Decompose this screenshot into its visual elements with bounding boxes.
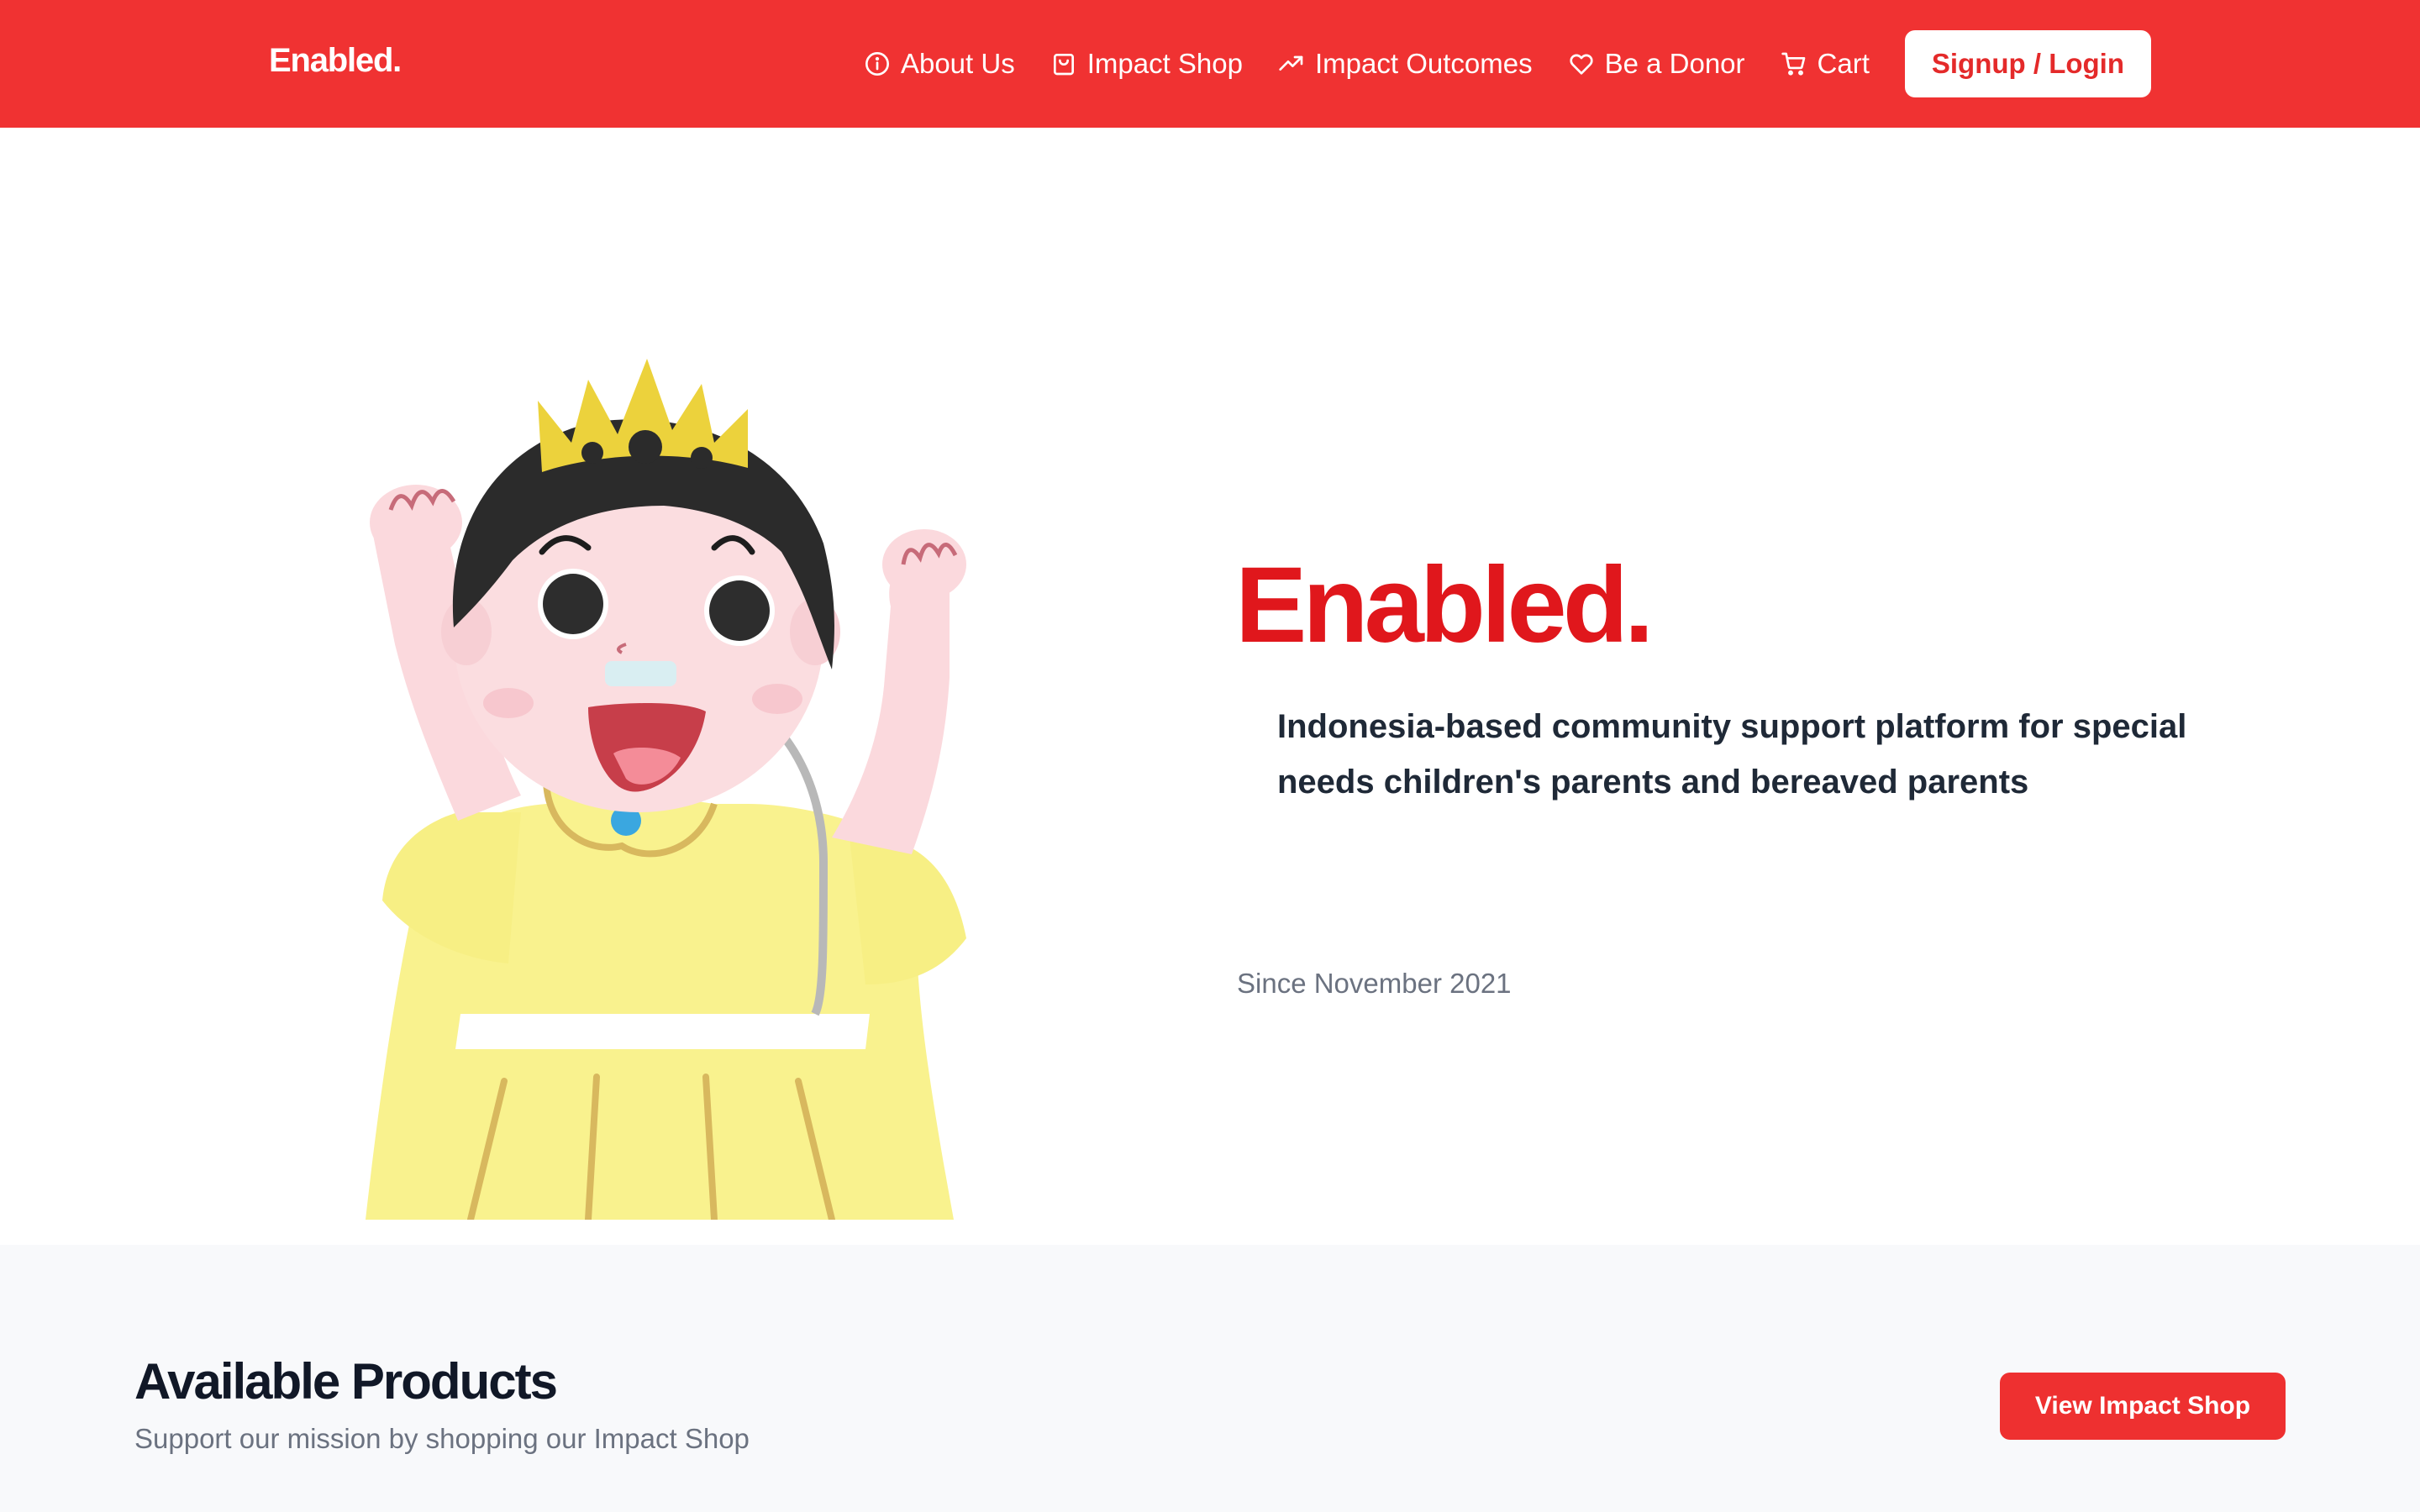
hero-since-text: Since November 2021 [1237,968,1512,999]
products-subtitle: Support our mission by shopping our Impa… [134,1423,750,1454]
nav-item-label: Impact Shop [1086,48,1243,79]
nav-item-label: Cart [1817,48,1870,79]
hero-title: Enabled. [1235,545,1654,665]
hero-description: Indonesia-based community support platfo… [1277,708,2187,801]
nav-item-impact-shop[interactable]: Impact Shop [1050,48,1243,80]
nav-item-label: Be a Donor [1604,48,1745,79]
cart-icon [1781,52,1805,76]
signup-login-button[interactable]: Signup / Login [1904,30,2151,97]
nav-item-be-a-donor[interactable]: Be a Donor [1568,48,1745,80]
hero-section: Enabled. Indonesia-based community suppo… [0,128,2420,1245]
heart-icon [1570,54,1593,75]
info-circle-icon [865,52,889,76]
hero-illustration [366,359,966,1220]
trending-up-icon [1279,55,1303,71]
view-impact-shop-button[interactable]: View Impact Shop [2000,1373,2286,1440]
top-navbar: Enabled. About Us Impact Shop Impact Out… [0,0,2420,128]
nav-item-about-us[interactable]: About Us [864,48,1015,80]
nav-item-cart[interactable]: Cart [1781,48,1870,80]
nav-links: About Us Impact Shop Impact Outcomes Be … [864,30,2151,97]
shopping-bag-icon [1053,53,1074,76]
nav-item-label: Impact Outcomes [1315,48,1533,79]
nav-item-label: About Us [900,48,1015,79]
nav-item-impact-outcomes[interactable]: Impact Outcomes [1278,48,1533,80]
available-products-section: Available Products Support our mission b… [0,1245,2420,1512]
brand-logo[interactable]: Enabled. [269,42,402,80]
products-title: Available Products [134,1353,558,1410]
